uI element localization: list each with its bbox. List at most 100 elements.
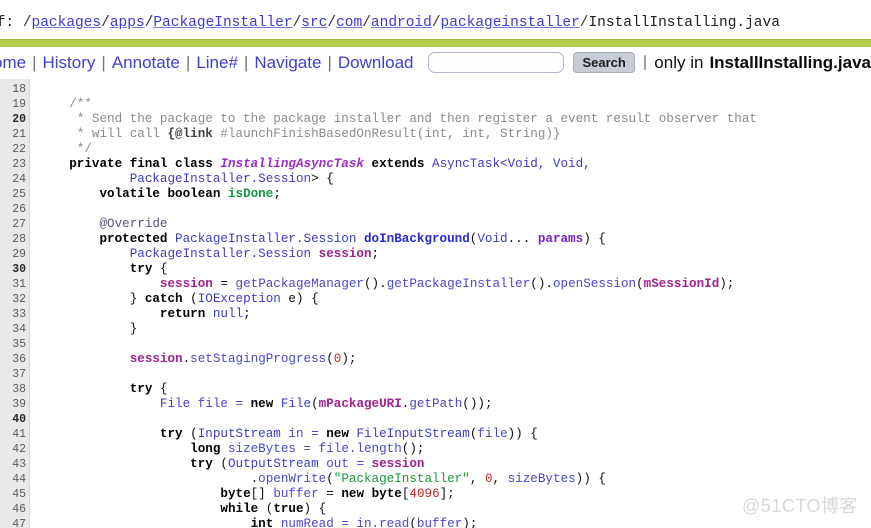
code-token: . xyxy=(39,472,259,486)
line-number[interactable]: 42 xyxy=(0,442,29,457)
code-token: doInBackground xyxy=(363,232,470,246)
line-number-gutter: 18 19 20 21 22 23 24 25 26 27 28 29 30 31 32 33 34 35 36 37… xyxy=(0,79,30,528)
code-token: file xyxy=(477,427,508,441)
breadcrumb-segment-apps[interactable]: apps xyxy=(110,15,145,31)
line-number[interactable]: 45 xyxy=(0,487,29,502)
code-token: ( xyxy=(326,472,334,486)
breadcrumb-separator: / xyxy=(101,15,110,31)
code-token: * will call xyxy=(39,127,168,141)
line-number[interactable]: 46 xyxy=(0,502,29,517)
line-number[interactable]: 24 xyxy=(0,172,29,187)
line-number[interactable]: 26 xyxy=(0,202,29,217)
only-in-label: only in xyxy=(654,52,704,72)
search-input[interactable] xyxy=(428,52,565,73)
code-token: try xyxy=(159,427,191,441)
code-token: ); xyxy=(719,277,735,291)
breadcrumb-segment-packages[interactable]: packages xyxy=(32,15,102,31)
menu-item-navigate[interactable]: Navigate xyxy=(248,53,327,73)
line-number[interactable]: 36 xyxy=(0,352,29,367)
code-token: IOException xyxy=(197,292,281,306)
line-number[interactable]: 33 xyxy=(0,307,29,322)
code-token: openSession xyxy=(552,277,637,291)
code-token: openWrite xyxy=(258,472,327,486)
breadcrumb-segment-android[interactable]: android xyxy=(371,15,432,31)
line-number[interactable]: 39 xyxy=(0,397,29,412)
line-number[interactable]: 38 xyxy=(0,382,29,397)
line-number[interactable]: 28 xyxy=(0,232,29,247)
code-line: byte[] buffer = new byte[4096]; xyxy=(39,487,871,502)
code-token: ( xyxy=(326,352,334,366)
line-number[interactable]: 27 xyxy=(0,217,29,232)
code-token: { xyxy=(152,262,168,276)
line-number[interactable]: 43 xyxy=(0,457,29,472)
code-line: session.setStagingProgress(0); xyxy=(39,352,871,367)
code-token: try xyxy=(190,457,221,471)
breadcrumb-segment-packageinstaller[interactable]: packageinstaller xyxy=(441,15,580,31)
menu-item-ome[interactable]: ome xyxy=(0,53,32,73)
code-token: (); xyxy=(401,442,425,456)
code-token: buffer xyxy=(416,517,463,528)
code-token: numRead = in. xyxy=(280,517,380,528)
code-token: while xyxy=(220,502,266,516)
code-token: volatile boolean xyxy=(99,187,228,201)
code-content[interactable]: /** * Send the package to the package in… xyxy=(30,79,871,528)
only-in-file-checkbox[interactable] xyxy=(643,55,647,70)
line-number[interactable]: 20 xyxy=(0,112,29,127)
line-number[interactable]: 37 xyxy=(0,367,29,382)
menu-item-line-[interactable]: Line# xyxy=(190,53,244,73)
code-line: try (OutputStream out = session xyxy=(39,457,871,472)
line-number[interactable]: 32 xyxy=(0,292,29,307)
breadcrumb-segment-src[interactable]: src xyxy=(301,15,327,31)
line-number[interactable]: 35 xyxy=(0,337,29,352)
code-line: * Send the package to the package instal… xyxy=(39,112,871,127)
menu-item-annotate[interactable]: Annotate xyxy=(106,53,186,73)
code-token: sizeBytes = file. xyxy=(227,442,357,456)
code-token: byte xyxy=(220,487,251,501)
code-token: ) { xyxy=(303,502,327,516)
code-token: {@link xyxy=(167,127,213,141)
code-token: , xyxy=(492,472,508,486)
code-token: long xyxy=(190,442,228,456)
code-line: volatile boolean isDone; xyxy=(39,187,871,202)
line-number[interactable]: 29 xyxy=(0,247,29,262)
code-token: /** xyxy=(69,97,92,111)
code-token: int xyxy=(250,517,281,528)
line-number[interactable]: 18 xyxy=(0,82,29,97)
line-number[interactable]: 31 xyxy=(0,277,29,292)
menu-item-download[interactable]: Download xyxy=(332,53,420,73)
code-token: private final class xyxy=(69,157,221,171)
search-button[interactable]: Search xyxy=(573,52,635,73)
code-token: File xyxy=(280,397,312,411)
line-number[interactable]: 22 xyxy=(0,142,29,157)
line-number[interactable]: 30 xyxy=(0,262,29,277)
line-number[interactable]: 40 xyxy=(0,412,29,427)
line-number[interactable]: 44 xyxy=(0,472,29,487)
code-token: ); xyxy=(341,352,357,366)
breadcrumb-segment-packageinstaller[interactable]: PackageInstaller xyxy=(153,15,292,31)
line-number[interactable]: 34 xyxy=(0,322,29,337)
code-line: */ xyxy=(39,142,871,157)
menu-item-history[interactable]: History xyxy=(37,53,102,73)
breadcrumb-segment-com[interactable]: com xyxy=(336,15,362,31)
code-viewer[interactable]: 18 19 20 21 22 23 24 25 26 27 28 29 30 31 32 33 34 35 36 37… xyxy=(0,79,871,528)
code-line: .openWrite("PackageInstaller", 0, sizeBy… xyxy=(39,472,871,487)
code-token: AsyncTask<Void, Void, xyxy=(432,157,591,171)
line-number[interactable]: 21 xyxy=(0,127,29,142)
breadcrumb-separator: / xyxy=(362,15,371,31)
line-number[interactable]: 19 xyxy=(0,97,29,112)
line-number[interactable]: 25 xyxy=(0,187,29,202)
code-line: File file = new File(mPackageURI.getPath… xyxy=(39,397,871,412)
code-token: read xyxy=(379,517,410,528)
code-token: protected xyxy=(99,232,176,246)
code-token: > { xyxy=(311,172,334,186)
line-number[interactable]: 41 xyxy=(0,427,29,442)
line-number[interactable]: 47 xyxy=(0,517,29,528)
code-token: ]; xyxy=(439,487,455,501)
line-number[interactable]: 23 xyxy=(0,157,29,172)
